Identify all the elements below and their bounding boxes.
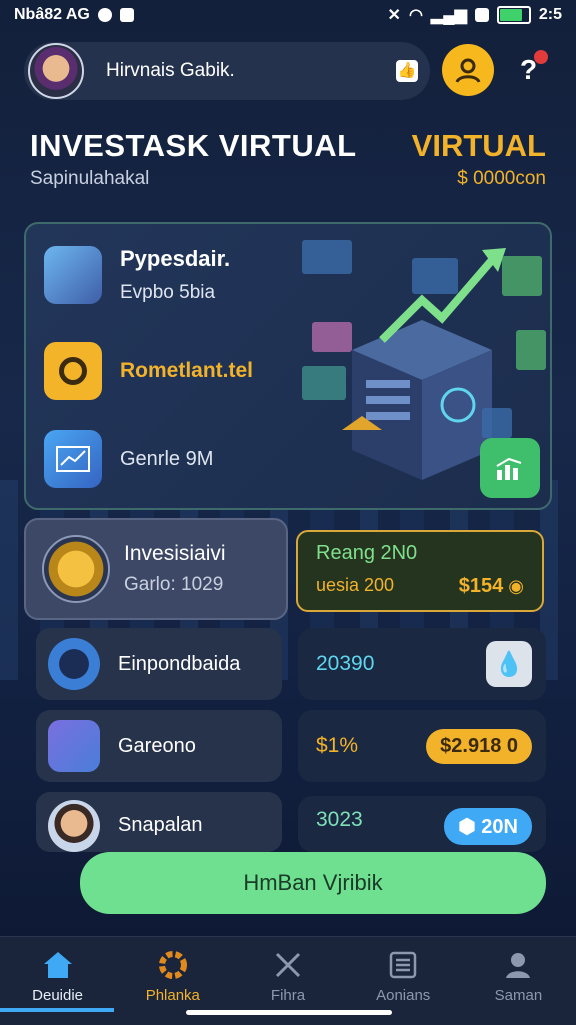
virtual-label: VIRTUAL [411,128,546,163]
user-name: Hirvnais Gabik. [106,60,235,81]
status-time: 2:5 [538,6,562,23]
investment-subtitle: Garlo: 1029 [124,574,224,595]
list-item-value-card[interactable]: $1% $2.918 0 [298,710,546,782]
tools-icon [271,949,305,981]
feature-subtitle: Evpbo 5bia [120,282,216,303]
list-item-value-card[interactable]: 3023 ⬢ 20N [298,796,546,852]
list-item-value: 20390 [316,652,375,675]
list-item[interactable]: Snapalan [36,792,282,852]
badge-amount: 20N [481,816,518,838]
reading-title: Reang 2N0 [316,542,418,564]
notification-badge [534,50,548,64]
coins-icon [42,535,110,603]
avatar [48,800,100,852]
page-title: INVESTASK VIRTUAL [30,128,357,163]
list-item-value-card[interactable]: 20390 💧 [298,628,546,700]
badge-amount: $2.918 [440,734,502,757]
investment-card[interactable]: Invesisiaivi Garlo: 1029 [24,518,288,620]
list-item[interactable]: Gareono [36,710,282,782]
nav-item-profile[interactable]: Saman [461,937,576,1025]
status-bar: Nbâ82 AG ✕ ◠ ▂▄▆ 2:5 [0,0,576,30]
battery-icon [496,6,531,24]
feature-item[interactable]: Pypesdair. Evpbo 5bia [44,246,230,304]
gallery-icon [119,8,134,22]
status-badge[interactable]: ⬢ 20N [444,808,532,845]
notification-button[interactable]: ? [514,50,550,90]
primary-action-button[interactable]: HmBan Vjribik [80,852,546,914]
amount-badge[interactable]: $2.918 0 [426,728,532,764]
growth-chart-icon [48,720,100,772]
fingerprint-icon [44,342,102,400]
wifi-icon: ◠ [408,7,423,24]
user-icon [455,58,481,83]
nav-label: Deuidie [32,987,84,1004]
messenger-icon [97,8,112,22]
mute-icon: ✕ [387,7,401,24]
thumbs-up-icon[interactable]: 👍 [396,60,418,82]
list-item[interactable]: Einpondbaida [36,628,282,700]
list-item-value: 3023 [316,808,363,831]
nav-active-indicator [0,1008,114,1012]
list-icon [386,949,420,981]
nav-label: Phlanka [145,987,200,1004]
hero-card: Pypesdair. Evpbo 5bia Rometlant.tel Genr… [24,222,552,510]
chart-line-icon [44,430,102,488]
list-item-label: Einpondbaida [118,652,241,675]
home-icon [41,949,75,981]
feature-title: Rometlant.tel [120,359,254,382]
status-carrier: Nbâ82 AG [14,6,90,23]
signal-icon: ▂▄▆ [430,7,467,24]
feature-title: Pypesdair. [120,246,231,271]
reading-subtitle: uesia 200 [316,575,395,595]
tag-icon: ⬢ [458,816,476,838]
profile-button[interactable] [442,44,494,96]
feature-item[interactable]: Genrle 9M [44,430,213,488]
user-header[interactable]: Hirvnais Gabik. 👍 [24,42,430,100]
chart-button[interactable] [480,438,540,498]
gear-icon [156,949,190,981]
cube-icon [44,246,102,304]
investment-title: Invesisiaivi [124,542,226,565]
nav-label: Saman [494,987,543,1004]
home-indicator[interactable] [186,1010,392,1015]
palette-icon [48,638,100,690]
list-item-label: Gareono [118,734,196,757]
list-item-value: $1% [316,734,359,757]
virtual-value: $ 0000con [457,168,546,189]
reading-card[interactable]: Reang 2N0 uesia 200 $154 ◉ [296,530,544,612]
avatar[interactable] [28,43,84,99]
droplet-icon[interactable]: 💧 [486,641,532,687]
nav-label: Fihra [270,987,306,1004]
nav-label: Aonians [376,987,431,1004]
coin-icon: ◉ [508,576,524,596]
user-icon [501,949,535,981]
feature-item[interactable]: Rometlant.tel [44,342,253,400]
list-item-label: Snapalan [118,814,203,836]
feature-title: Genrle 9M [120,447,214,470]
page-subtitle: Sapinulahakal [30,168,150,189]
sim-icon [474,8,489,22]
bar-chart-icon [496,457,522,480]
reading-amount: $154 [458,575,504,597]
